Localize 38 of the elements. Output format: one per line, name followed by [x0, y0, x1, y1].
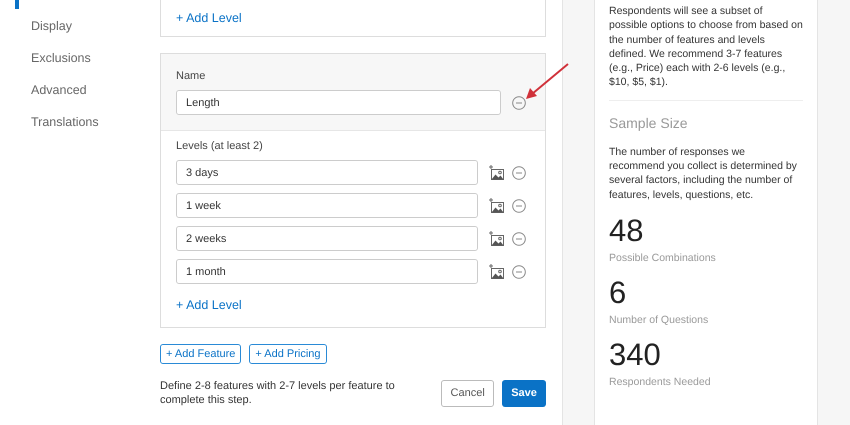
levels-label: Levels (at least 2): [176, 140, 264, 152]
name-field[interactable]: Length: [176, 90, 501, 115]
sidebar-item[interactable]: Translations: [0, 106, 160, 138]
active-tab-indicator: [15, 0, 19, 9]
remove-icon[interactable]: [512, 166, 526, 180]
stat-value: 48: [609, 214, 644, 248]
sample-size-text: The number of responses we recommend you collect is determined by several factors, including the number of features, levels, questions, etc.: [609, 144, 798, 202]
sidebar-item[interactable]: Display: [0, 10, 160, 42]
remove-icon[interactable]: [512, 232, 526, 246]
intro-text: Respondents will see a subset of possible options to choose from based on the number of features and levels defined. We recommend 3-7 features (e.g., Price) each with 2-6 levels (e.g., $10, $5, $1).: [609, 4, 803, 90]
remove-icon[interactable]: [512, 96, 526, 110]
add-button[interactable]: + Add Pricing: [249, 344, 327, 364]
add-image-icon[interactable]: [488, 264, 504, 279]
add-level-link[interactable]: + Add Level: [176, 298, 530, 312]
section-title: Sample Size: [609, 114, 689, 131]
remove-icon[interactable]: [512, 198, 526, 212]
level-field[interactable]: 2 weeks: [176, 226, 478, 251]
stat-value: 6: [609, 276, 628, 310]
cancel-button[interactable]: Cancel: [441, 380, 494, 406]
stat-label: Respondents Needed: [609, 376, 712, 388]
stat-value: 340: [609, 338, 662, 372]
sidebar-item[interactable]: Exclusions: [0, 42, 160, 74]
pointer-arrow: [524, 63, 570, 101]
level-field[interactable]: 1 week: [176, 193, 478, 218]
add-image-icon[interactable]: [488, 165, 504, 180]
instruction-text: Define 2-8 features with 2-7 levels per feature to complete this step.: [160, 379, 396, 407]
add-level-link[interactable]: + Add Level: [176, 11, 242, 25]
add-button[interactable]: + Add Feature: [160, 344, 242, 364]
level-field[interactable]: 3 days: [176, 160, 478, 185]
add-image-icon[interactable]: [488, 231, 504, 246]
stat-label: Possible Combinations: [609, 252, 717, 264]
save-button[interactable]: Save: [502, 380, 546, 406]
sidebar-item[interactable]: Advanced: [0, 74, 160, 106]
stat-label: Number of Questions: [609, 314, 710, 326]
remove-icon[interactable]: [512, 264, 526, 278]
add-image-icon[interactable]: [488, 198, 504, 213]
name-label: Name: [176, 70, 206, 82]
level-field[interactable]: 1 month: [176, 259, 478, 284]
